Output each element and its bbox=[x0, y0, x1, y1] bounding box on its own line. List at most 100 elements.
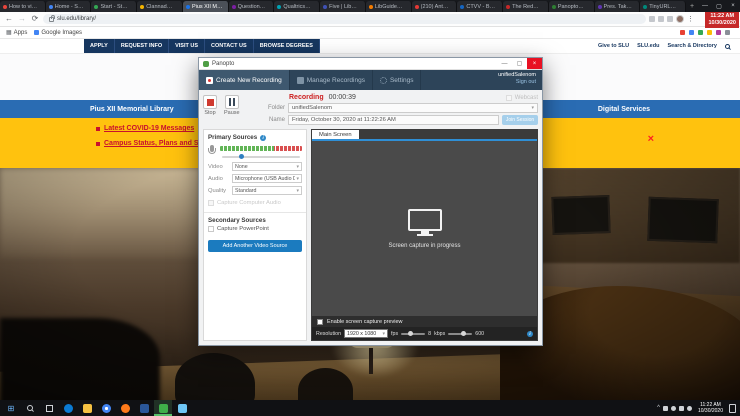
resolution-select[interactable]: 1920 x 1080 ▾ bbox=[344, 329, 389, 338]
audio-source-select[interactable]: Microphone (USB Audio Device) ▾ bbox=[232, 174, 302, 183]
refresh-icon[interactable]: ⟳ bbox=[30, 15, 40, 23]
browser-tab[interactable]: Start - St… bbox=[91, 1, 138, 12]
join-session-button[interactable]: Join Session bbox=[502, 115, 538, 125]
covid-messages-link[interactable]: Latest COVID-19 Messages bbox=[104, 125, 194, 132]
session-fields: Recording 00:00:39 Webcast Folder unifie… bbox=[259, 94, 538, 125]
browser-tab[interactable]: TinyURL… bbox=[640, 1, 687, 12]
start-button[interactable]: ⊞ bbox=[2, 400, 20, 416]
window-maximize-button[interactable]: ▢ bbox=[712, 0, 726, 12]
bookmark-favicon-icon[interactable] bbox=[680, 30, 685, 35]
bookmark-apps[interactable]: ▦ Apps bbox=[6, 29, 27, 37]
window-minimize-button[interactable]: — bbox=[698, 0, 712, 12]
nav-request-info-button[interactable]: REQUEST INFO bbox=[114, 39, 170, 53]
window-close-button[interactable]: × bbox=[726, 0, 740, 12]
taskbar-app-outlook[interactable] bbox=[135, 400, 153, 416]
browser-tab[interactable]: CTVV - B… bbox=[457, 1, 504, 12]
taskbar-app-file-explorer[interactable] bbox=[78, 400, 96, 416]
session-name-input[interactable]: Friday, October 30, 2020 at 11:22:26 AM bbox=[288, 115, 499, 125]
tab-manage-recordings[interactable]: Manage Recordings bbox=[290, 70, 373, 90]
taskbar-app-chrome[interactable] bbox=[97, 400, 115, 416]
fps-slider-knob[interactable] bbox=[408, 330, 414, 336]
tab-settings[interactable]: Settings bbox=[373, 70, 422, 90]
browser-tab[interactable]: Clannad… bbox=[137, 1, 183, 12]
sign-out-link[interactable]: Sign out bbox=[498, 79, 536, 86]
browser-tab[interactable]: LibGuide… bbox=[365, 1, 412, 12]
taskbar-clock[interactable]: 11:22 AM 10/30/2020 bbox=[695, 402, 726, 414]
hidden-icons-chevron[interactable]: ^ bbox=[657, 405, 660, 411]
browser-menu-icon[interactable]: ⋮ bbox=[687, 15, 694, 23]
tray-icon[interactable] bbox=[662, 405, 668, 411]
close-icon[interactable]: × bbox=[648, 134, 654, 145]
fps-slider[interactable] bbox=[401, 330, 426, 336]
browser-tab[interactable]: Pres. Tak… bbox=[594, 1, 641, 12]
taskbar-app-panopto[interactable] bbox=[154, 400, 172, 416]
network-icon[interactable] bbox=[678, 405, 684, 411]
nav-contact-us-button[interactable]: CONTACT US bbox=[205, 39, 254, 53]
back-icon[interactable]: ← bbox=[4, 15, 14, 23]
new-tab-button[interactable]: + bbox=[686, 0, 698, 12]
profile-avatar[interactable] bbox=[676, 15, 684, 23]
notification-center-icon[interactable] bbox=[729, 403, 736, 413]
nav-browse-degrees-button[interactable]: BROWSE DEGREES bbox=[253, 39, 320, 53]
tab-main-screen[interactable]: Main Screen bbox=[312, 130, 359, 139]
folder-dropdown[interactable]: unifiedSalenom ▾ bbox=[288, 103, 538, 113]
taskbar-app-edge[interactable] bbox=[59, 400, 77, 416]
taskbar-search-button[interactable] bbox=[21, 400, 39, 416]
forward-icon[interactable]: → bbox=[17, 15, 27, 23]
search-icon bbox=[27, 405, 33, 411]
browser-tab[interactable]: Qualtrics… bbox=[274, 1, 321, 12]
quality-select[interactable]: Standard ▾ bbox=[232, 186, 302, 195]
taskbar-app-firefox[interactable] bbox=[116, 400, 134, 416]
webcast-toggle[interactable]: Webcast bbox=[505, 94, 538, 101]
browser-tab[interactable]: The Red… bbox=[503, 1, 549, 12]
browser-tab[interactable]: How to vi… bbox=[0, 1, 46, 12]
info-icon[interactable]: i bbox=[527, 330, 533, 337]
browser-tab[interactable]: Panopto… bbox=[548, 1, 595, 12]
capture-computer-audio-checkbox[interactable] bbox=[208, 200, 214, 206]
panopto-close-button[interactable]: × bbox=[527, 58, 542, 69]
bookmark-favicon-icon[interactable] bbox=[716, 30, 721, 35]
browser-tab[interactable]: Five | Lib… bbox=[320, 1, 366, 12]
webcast-checkbox[interactable] bbox=[505, 94, 512, 101]
extension-icon[interactable] bbox=[649, 16, 655, 22]
volume-icon[interactable] bbox=[686, 405, 692, 411]
slu-edu-link[interactable]: SLU.edu bbox=[637, 43, 659, 49]
browser-tab[interactable]: Question… bbox=[228, 1, 275, 12]
give-to-slu-link[interactable]: Give to SLU bbox=[598, 43, 629, 49]
enable-preview-checkbox[interactable] bbox=[317, 318, 323, 325]
search-icon[interactable] bbox=[725, 43, 730, 49]
bookmark-google-images[interactable]: Google Images bbox=[34, 30, 82, 36]
pause-button[interactable]: Pause bbox=[224, 95, 240, 125]
taskbar-app-snip[interactable] bbox=[173, 400, 191, 416]
panopto-titlebar[interactable]: Panopto — ▢ × bbox=[199, 58, 542, 70]
volume-slider[interactable] bbox=[222, 154, 300, 159]
add-video-source-button[interactable]: Add Another Video Source bbox=[208, 240, 302, 252]
panopto-minimize-button[interactable]: — bbox=[497, 58, 512, 69]
info-icon[interactable]: i bbox=[260, 134, 267, 141]
panopto-maximize-button[interactable]: ▢ bbox=[512, 58, 527, 69]
nav-visit-us-button[interactable]: VISIT US bbox=[169, 39, 206, 53]
bookmark-favicon-icon[interactable] bbox=[707, 30, 712, 35]
browser-tab[interactable]: (210) Ant… bbox=[411, 1, 458, 12]
capture-powerpoint-checkbox[interactable] bbox=[208, 226, 214, 232]
tray-icon[interactable] bbox=[670, 405, 676, 411]
stop-button[interactable]: Stop bbox=[203, 95, 217, 125]
kbps-slider[interactable] bbox=[448, 330, 473, 336]
address-bar[interactable]: slu.edu/library/ bbox=[43, 14, 646, 24]
search-directory-link[interactable]: Search & Directory bbox=[667, 43, 717, 49]
browser-tab-active[interactable]: Pius XII M… bbox=[182, 1, 229, 12]
nav-apply-button[interactable]: APPLY bbox=[84, 39, 115, 53]
tab-favicon-icon bbox=[94, 5, 99, 9]
bookmark-favicon-icon[interactable] bbox=[698, 30, 703, 35]
task-view-button[interactable] bbox=[40, 400, 58, 416]
bookmark-favicon-icon[interactable] bbox=[689, 30, 694, 35]
volume-slider-knob[interactable] bbox=[239, 154, 245, 159]
bookmark-favicon-icon[interactable] bbox=[725, 30, 730, 35]
video-source-select[interactable]: None ▾ bbox=[232, 162, 302, 171]
browser-tab[interactable]: Home - S… bbox=[45, 1, 92, 12]
digital-services-label[interactable]: Digital Services bbox=[598, 106, 650, 113]
tab-create-new-recording[interactable]: Create New Recording bbox=[199, 70, 290, 90]
kbps-slider-knob[interactable] bbox=[461, 330, 467, 336]
extension-icon[interactable] bbox=[667, 16, 673, 22]
extension-icon[interactable] bbox=[658, 16, 664, 22]
